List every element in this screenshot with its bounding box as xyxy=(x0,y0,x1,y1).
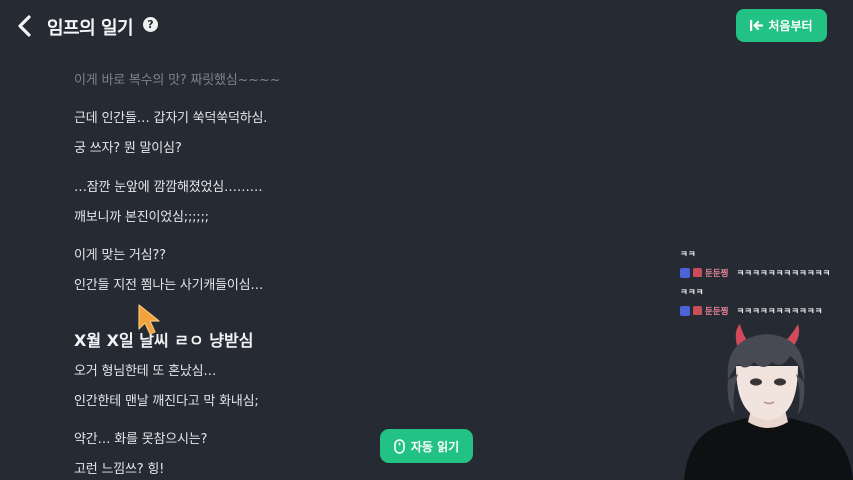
story-line: 인간들 지전 쬠나는 사기캐들이심… xyxy=(74,278,264,293)
story-line: 이게 바로 복수의 맛? 짜릿했심~~~~ xyxy=(74,73,281,88)
story-reader: 이게 바로 복수의 맛? 짜릿했심~~~~ 근데 인간들… 갑자기 쑥덕쑥덕하심… xyxy=(74,0,634,480)
chat-message: 둔둔찡 ㅋㅋㅋㅋㅋㅋㅋㅋㅋㅋㅋㅋ xyxy=(680,263,850,282)
chat-message: ㅋㅋㅋ xyxy=(680,282,850,301)
cake-badge-icon xyxy=(693,268,702,277)
story-line: 궁 쓰자? 뭔 말이심? xyxy=(74,141,182,156)
story-line: 오거 형님한테 또 혼났심… xyxy=(74,364,217,379)
auto-read-button[interactable]: 자동 읽기 xyxy=(380,429,473,463)
chat-username: 둔둔찡 xyxy=(705,306,729,317)
story-line: 근데 인간들… 갑자기 쑥덕쑥덕하심. xyxy=(74,111,268,126)
chat-overlay: ㅋㅋ 둔둔찡 ㅋㅋㅋㅋㅋㅋㅋㅋㅋㅋㅋㅋ ㅋㅋㅋ 둔둔찡 ㅋㅋㅋㅋㅋㅋㅋㅋㅋㅋㅋ xyxy=(680,244,850,320)
streamer-avatar xyxy=(684,324,853,480)
chevron-left-icon xyxy=(18,15,31,37)
story-line: 약간… 화를 못참으시는? xyxy=(74,432,208,447)
chat-message: 둔둔찡 ㅋㅋㅋㅋㅋㅋㅋㅋㅋㅋㅋ xyxy=(680,301,850,320)
chat-message-text: ㅋㅋㅋㅋㅋㅋㅋㅋㅋㅋㅋ xyxy=(736,306,823,317)
story-line: …잠깐 눈앞에 깜깜해졌었심……… xyxy=(74,180,263,195)
story-line: 인간한테 맨날 깨진다고 막 화내심; xyxy=(74,394,259,409)
auto-read-label: 자동 읽기 xyxy=(410,439,460,454)
pointer-cursor-icon xyxy=(138,304,160,335)
chat-message-text: ㅋㅋㅋㅋㅋㅋㅋㅋㅋㅋㅋㅋ xyxy=(736,268,831,279)
chat-message: ㅋㅋ xyxy=(680,244,850,263)
pencil-badge-icon xyxy=(680,267,690,278)
back-button[interactable] xyxy=(14,13,36,39)
cake-badge-icon xyxy=(693,306,702,315)
mouse-icon xyxy=(394,438,405,454)
chat-message-text: ㅋㅋ xyxy=(680,249,696,260)
story-line: 고런 느낌쓰? 힝! xyxy=(74,462,165,477)
story-line: 이게 맞는 거심?? xyxy=(74,248,166,263)
story-line: 깨보니까 본진이었심;;;;;; xyxy=(74,210,209,225)
restart-label: 처음부터 xyxy=(768,19,813,33)
chat-message-text: ㅋㅋㅋ xyxy=(680,287,704,298)
pencil-badge-icon xyxy=(680,305,690,316)
restart-icon xyxy=(750,20,764,31)
chat-username: 둔둔찡 xyxy=(705,268,729,279)
restart-button[interactable]: 처음부터 xyxy=(736,9,827,42)
